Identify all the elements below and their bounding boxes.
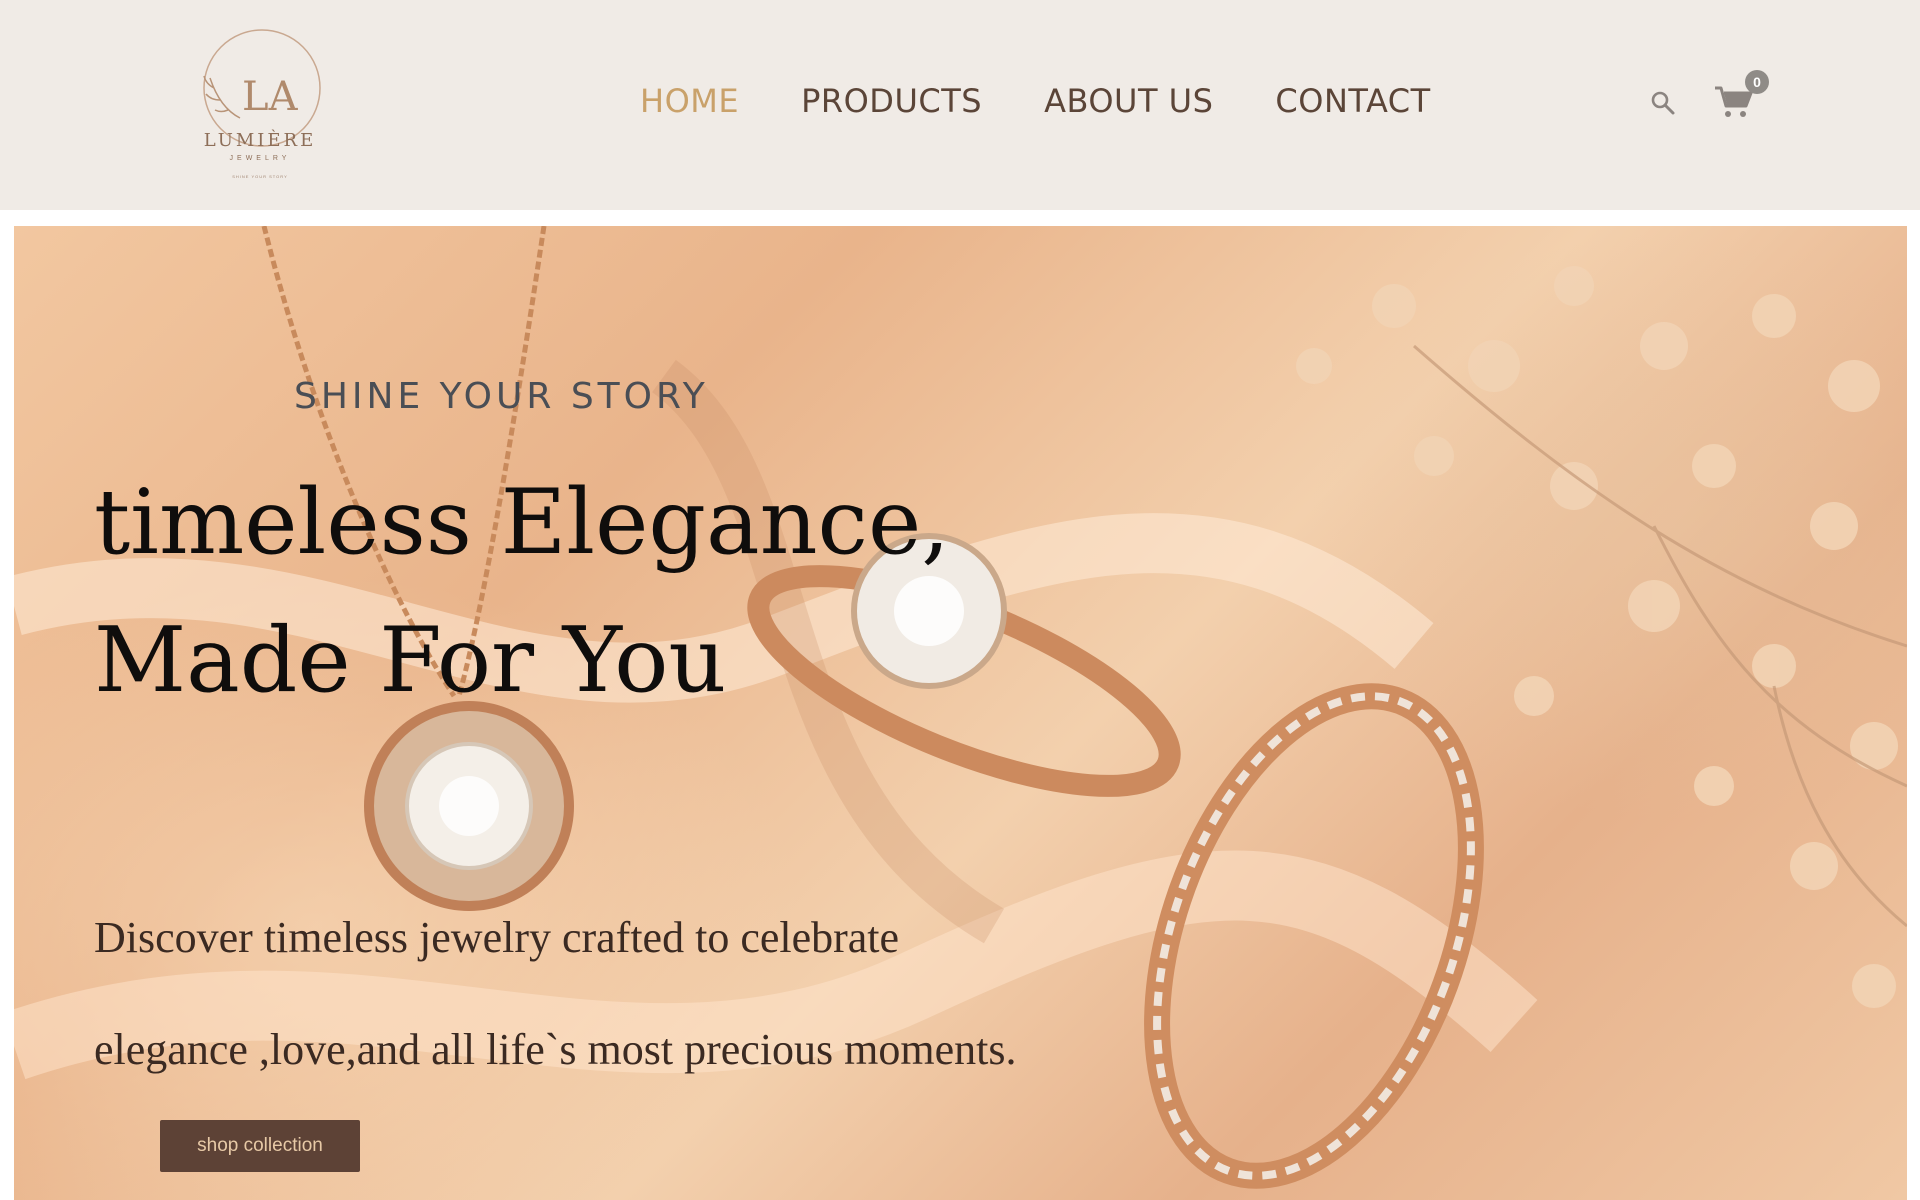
logo-sub: JEWELRY [230,155,291,162]
nav-home[interactable]: HOME [640,82,739,120]
logo-tagline: SHINE YOUR STORY [232,174,288,179]
hero-description-line-1: Discover timeless jewelry crafted to cel… [94,913,900,962]
hero-banner: SHINE YOUR STORY timeless Elegance, Made… [14,226,1907,1200]
hero-headline-line-1: timeless Elegance, [94,470,950,575]
hero-headline: timeless Elegance, Made For You [94,454,950,730]
search-icon[interactable] [1650,90,1676,116]
hero-description: Discover timeless jewelry crafted to cel… [94,882,1017,1106]
hero-headline-line-2: Made For You [94,608,727,713]
logo-name: LUMIÈRE [204,128,317,151]
site-header: LA LUMIÈRE JEWELRY SHINE YOUR STORY HOME… [0,0,1920,210]
brand-logo[interactable]: LA LUMIÈRE JEWELRY SHINE YOUR STORY [180,18,340,193]
logo-monogram: LA [242,74,299,120]
cart-count-badge: 0 [1745,70,1769,94]
hero-description-line-2: elegance ,love,and all life`s most preci… [94,1025,1017,1074]
nav-about-us[interactable]: ABOUT US [1044,82,1213,120]
shop-collection-button[interactable]: shop collection [160,1120,360,1172]
nav-contact[interactable]: CONTACT [1275,82,1430,120]
logo-mark: LA LUMIÈRE JEWELRY SHINE YOUR STORY [203,29,321,179]
main-nav: HOME PRODUCTS ABOUT US CONTACT [640,82,1431,120]
nav-products[interactable]: PRODUCTS [801,82,982,120]
hero-eyebrow: SHINE YOUR STORY [294,376,709,417]
